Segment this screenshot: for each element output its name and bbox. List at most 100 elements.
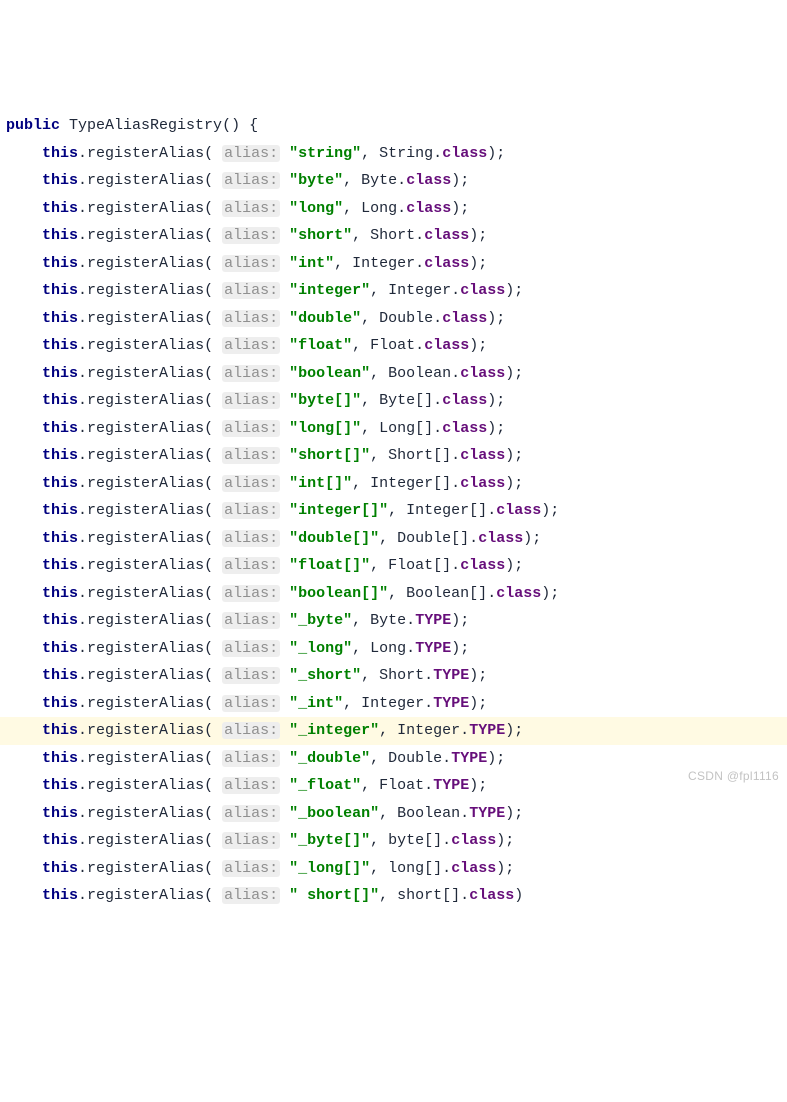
comma: ,: [343, 172, 361, 189]
code-line[interactable]: this.registerAlias( alias: "short[]", Sh…: [0, 442, 787, 470]
keyword-this: this: [42, 420, 78, 437]
code-line[interactable]: this.registerAlias( alias: "integer", In…: [0, 277, 787, 305]
dot: .: [424, 667, 433, 684]
comma: ,: [334, 255, 352, 272]
parameter-hint: alias:: [222, 530, 280, 547]
comma: ,: [370, 365, 388, 382]
code-line[interactable]: this.registerAlias( alias: "int[]", Inte…: [0, 470, 787, 498]
method-call: registerAlias: [87, 337, 204, 354]
string-literal: "boolean[]": [289, 585, 388, 602]
code-line[interactable]: this.registerAlias( alias: "boolean[]", …: [0, 580, 787, 608]
dot: .: [451, 447, 460, 464]
code-line[interactable]: this.registerAlias( alias: "long[]", Lon…: [0, 415, 787, 443]
field-class: class: [442, 392, 487, 409]
parameter-hint: alias:: [222, 860, 280, 877]
class-reference: Double: [379, 310, 433, 327]
code-line[interactable]: this.registerAlias( alias: "double[]", D…: [0, 525, 787, 553]
parameter-hint: alias:: [222, 475, 280, 492]
string-literal: "double[]": [289, 530, 379, 547]
code-line[interactable]: this.registerAlias( alias: "_boolean", B…: [0, 800, 787, 828]
open-paren: (: [204, 750, 222, 767]
code-line[interactable]: this.registerAlias( alias: "integer[]", …: [0, 497, 787, 525]
dot: .: [78, 337, 87, 354]
dot: .: [78, 722, 87, 739]
parameter-hint: alias:: [222, 502, 280, 519]
semicolon: ;: [550, 585, 559, 602]
parameter-hint: alias:: [222, 557, 280, 574]
dot: .: [433, 310, 442, 327]
class-reference: Float: [370, 337, 415, 354]
dot: .: [433, 145, 442, 162]
code-line[interactable]: this.registerAlias( alias: "_double", Do…: [0, 745, 787, 773]
parameter-hint: alias:: [222, 255, 280, 272]
dot: .: [78, 612, 87, 629]
code-line[interactable]: this.registerAlias( alias: "_float", Flo…: [0, 772, 787, 800]
class-reference: Integer: [388, 282, 451, 299]
code-line[interactable]: this.registerAlias( alias: "byte[]", Byt…: [0, 387, 787, 415]
method-call: registerAlias: [87, 695, 204, 712]
code-line[interactable]: this.registerAlias( alias: " short[]", s…: [0, 882, 787, 910]
dot: .: [406, 612, 415, 629]
code-line[interactable]: this.registerAlias( alias: "_int", Integ…: [0, 690, 787, 718]
dot: .: [78, 200, 87, 217]
keyword-this: this: [42, 667, 78, 684]
class-reference: Byte: [361, 172, 397, 189]
field-class: class: [460, 447, 505, 464]
comma: ,: [361, 667, 379, 684]
dot: .: [424, 777, 433, 794]
code-line[interactable]: this.registerAlias( alias: "_byte[]", by…: [0, 827, 787, 855]
indent: [6, 475, 42, 492]
dot: .: [415, 255, 424, 272]
code-line[interactable]: this.registerAlias( alias: "_short", Sho…: [0, 662, 787, 690]
string-literal: "_integer": [289, 722, 379, 739]
code-line[interactable]: this.registerAlias( alias: "_integer", I…: [0, 717, 787, 745]
keyword-this: this: [42, 310, 78, 327]
code-line[interactable]: this.registerAlias( alias: "_long", Long…: [0, 635, 787, 663]
dot: .: [460, 722, 469, 739]
field-class: class: [460, 282, 505, 299]
close-paren: ): [451, 612, 460, 629]
method-signature-line[interactable]: public TypeAliasRegistry() {: [0, 112, 787, 140]
code-editor[interactable]: public TypeAliasRegistry() { this.regist…: [0, 110, 787, 910]
open-paren: (: [204, 585, 222, 602]
indent: [6, 172, 42, 189]
code-line[interactable]: this.registerAlias( alias: "long", Long.…: [0, 195, 787, 223]
field-class: class: [451, 832, 496, 849]
string-literal: "_boolean": [289, 805, 379, 822]
indent: [6, 447, 42, 464]
code-line[interactable]: this.registerAlias( alias: "string", Str…: [0, 140, 787, 168]
class-reference: Boolean[]: [406, 585, 487, 602]
code-line[interactable]: this.registerAlias( alias: "boolean", Bo…: [0, 360, 787, 388]
dot: .: [78, 667, 87, 684]
semicolon: ;: [496, 420, 505, 437]
close-paren: ): [496, 832, 505, 849]
keyword-this: this: [42, 145, 78, 162]
code-line[interactable]: this.registerAlias( alias: "double", Dou…: [0, 305, 787, 333]
comma: ,: [379, 887, 397, 904]
dot: .: [78, 145, 87, 162]
code-line[interactable]: this.registerAlias( alias: "_byte", Byte…: [0, 607, 787, 635]
dot: .: [78, 750, 87, 767]
code-line[interactable]: this.registerAlias( alias: "byte", Byte.…: [0, 167, 787, 195]
code-line[interactable]: this.registerAlias( alias: "float", Floa…: [0, 332, 787, 360]
code-line[interactable]: this.registerAlias( alias: "int", Intege…: [0, 250, 787, 278]
open-paren: (: [204, 227, 222, 244]
dot: .: [424, 695, 433, 712]
method-call: registerAlias: [87, 805, 204, 822]
field-class: class: [460, 365, 505, 382]
string-literal: "int": [289, 255, 334, 272]
semicolon: ;: [550, 502, 559, 519]
dot: .: [451, 282, 460, 299]
code-line[interactable]: this.registerAlias( alias: "_long[]", lo…: [0, 855, 787, 883]
method-call: registerAlias: [87, 887, 204, 904]
keyword-this: this: [42, 695, 78, 712]
code-line[interactable]: this.registerAlias( alias: "short", Shor…: [0, 222, 787, 250]
code-line[interactable]: this.registerAlias( alias: "float[]", Fl…: [0, 552, 787, 580]
parameter-hint: alias:: [222, 392, 280, 409]
open-paren: (: [204, 530, 222, 547]
keyword-this: this: [42, 282, 78, 299]
parameter-hint: alias:: [222, 420, 280, 437]
keyword-this: this: [42, 557, 78, 574]
class-reference: Byte: [370, 612, 406, 629]
method-call: registerAlias: [87, 392, 204, 409]
